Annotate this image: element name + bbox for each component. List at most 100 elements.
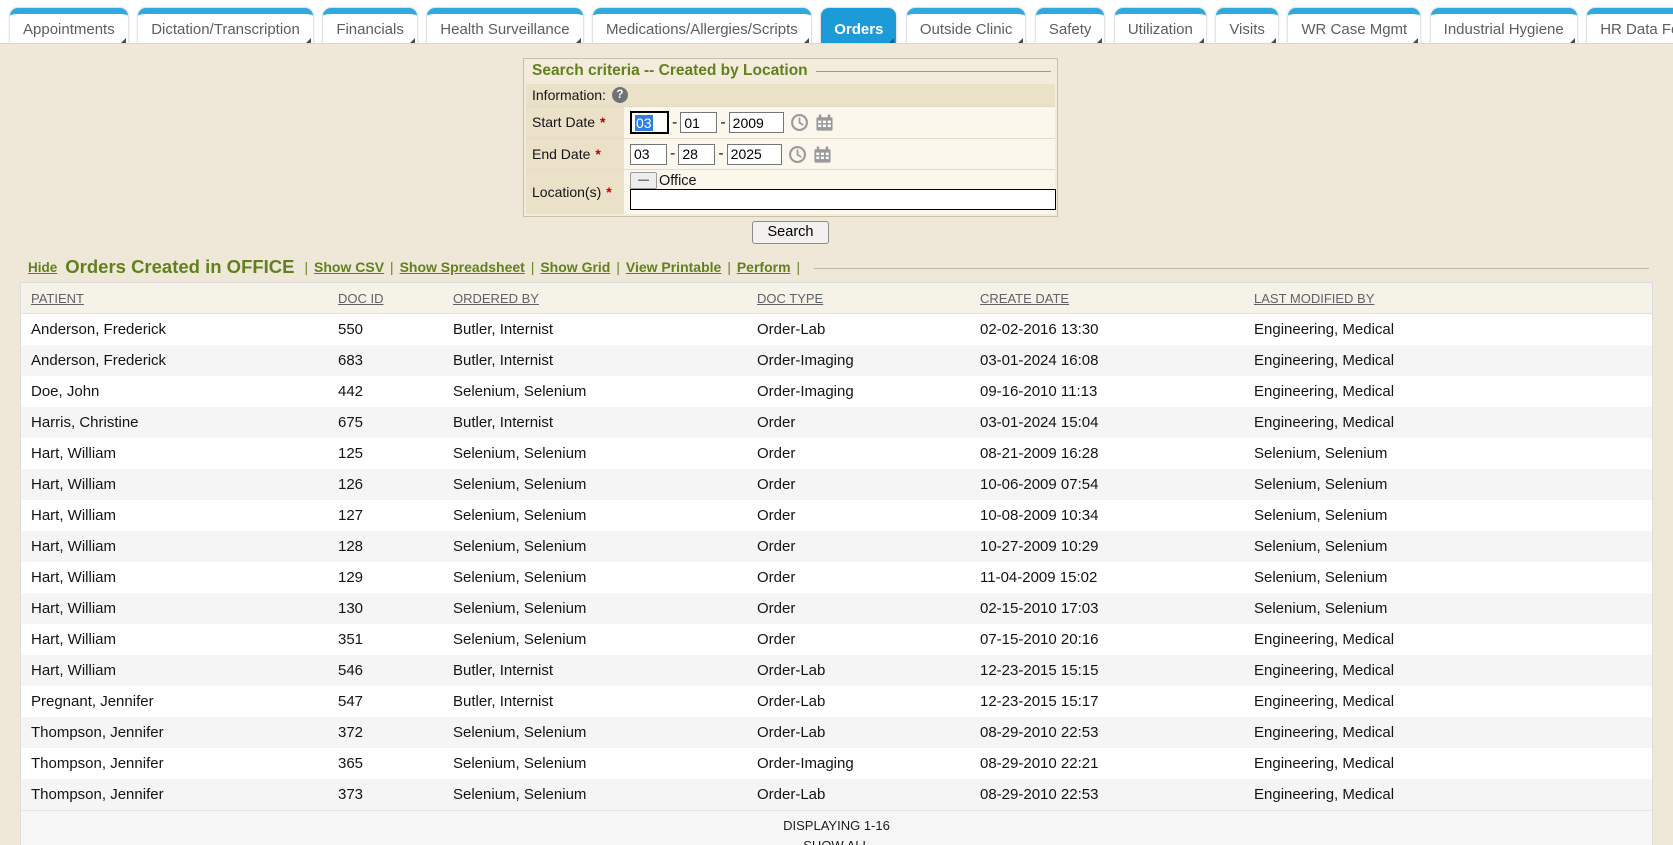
help-icon[interactable]: ? <box>612 87 628 103</box>
cell-doc-id: 130 <box>328 600 443 617</box>
cell-ordered-by: Selenium, Selenium <box>443 383 747 400</box>
cell-patient: Pregnant, Jennifer <box>21 693 328 710</box>
cell-last-modified-by: Engineering, Medical <box>1244 631 1652 648</box>
table-row[interactable]: Hart, William 127 Selenium, Selenium Ord… <box>21 500 1652 531</box>
locations-input[interactable] <box>630 189 1056 210</box>
table-row[interactable]: Thompson, Jennifer 372 Selenium, Seleniu… <box>21 717 1652 748</box>
column-header-last-modified-by[interactable]: LAST MODIFIED BY <box>1244 283 1652 313</box>
dropdown-caret-icon <box>1095 38 1102 44</box>
table-row[interactable]: Hart, William 130 Selenium, Selenium Ord… <box>21 593 1652 624</box>
tab-utilization[interactable]: Utilization <box>1115 8 1206 44</box>
cell-patient: Hart, William <box>21 569 328 586</box>
tab-outside-clinic[interactable]: Outside Clinic <box>907 8 1026 44</box>
cell-doc-id: 125 <box>328 445 443 462</box>
table-row[interactable]: Thompson, Jennifer 373 Selenium, Seleniu… <box>21 779 1652 810</box>
cell-doc-type: Order <box>747 600 970 617</box>
table-row[interactable]: Anderson, Frederick 683 Butler, Internis… <box>21 345 1652 376</box>
tab-visits[interactable]: Visits <box>1216 8 1278 44</box>
perform-link[interactable]: Perform <box>737 259 791 275</box>
table-row[interactable]: Hart, William 351 Selenium, Selenium Ord… <box>21 624 1652 655</box>
cell-create-date: 03-01-2024 16:08 <box>970 352 1244 369</box>
cell-last-modified-by: Engineering, Medical <box>1244 662 1652 679</box>
column-header-patient[interactable]: PATIENT <box>21 283 328 313</box>
start-date-year-input[interactable] <box>729 112 784 133</box>
tab-financials[interactable]: Financials <box>323 8 417 44</box>
start-date-month-input[interactable]: 03 <box>630 111 669 134</box>
cell-last-modified-by: Selenium, Selenium <box>1244 600 1652 617</box>
table-row[interactable]: Doe, John 442 Selenium, Selenium Order-I… <box>21 376 1652 407</box>
table-row[interactable]: Hart, William 128 Selenium, Selenium Ord… <box>21 531 1652 562</box>
cell-last-modified-by: Engineering, Medical <box>1244 693 1652 710</box>
column-header-doc-type[interactable]: DOC TYPE <box>747 283 970 313</box>
tab-wr-case-mgmt[interactable]: WR Case Mgmt <box>1288 8 1420 44</box>
view-printable-link[interactable]: View Printable <box>626 259 721 275</box>
tab-hr-data-feed[interactable]: HR Data Feed↗ <box>1587 8 1673 44</box>
time-picker-icon[interactable] <box>788 145 807 164</box>
table-row[interactable]: Pregnant, Jennifer 547 Butler, Internist… <box>21 686 1652 717</box>
cell-last-modified-by: Selenium, Selenium <box>1244 445 1652 462</box>
calendar-picker-icon[interactable] <box>815 113 834 132</box>
table-row[interactable]: Anderson, Frederick 550 Butler, Internis… <box>21 314 1652 345</box>
table-row[interactable]: Harris, Christine 675 Butler, Internist … <box>21 407 1652 438</box>
end-date-day-input[interactable] <box>678 144 715 165</box>
dropdown-caret-icon <box>1568 38 1575 44</box>
remove-location-button[interactable]: — <box>630 172 657 189</box>
show-all-link[interactable]: SHOW ALL <box>803 838 869 845</box>
dropdown-caret-icon <box>1411 38 1418 44</box>
cell-create-date: 08-29-2010 22:53 <box>970 786 1244 803</box>
search-button[interactable]: Search <box>752 221 830 244</box>
cell-create-date: 12-23-2015 15:17 <box>970 693 1244 710</box>
cell-ordered-by: Butler, Internist <box>443 352 747 369</box>
cell-patient: Doe, John <box>21 383 328 400</box>
tab-medications-allergies-scripts[interactable]: Medications/Allergies/Scripts <box>593 8 811 44</box>
column-header-ordered-by[interactable]: ORDERED BY <box>443 283 747 313</box>
start-date-label: Start Date* <box>526 107 624 138</box>
cell-doc-id: 351 <box>328 631 443 648</box>
table-row[interactable]: Thompson, Jennifer 365 Selenium, Seleniu… <box>21 748 1652 779</box>
tab-orders[interactable]: Orders <box>821 8 896 44</box>
cell-last-modified-by: Selenium, Selenium <box>1244 507 1652 524</box>
tab-health-surveillance[interactable]: Health Surveillance <box>427 8 582 44</box>
results-section: Hide Orders Created in OFFICE Show CSV S… <box>20 254 1653 845</box>
start-date-day-input[interactable] <box>680 112 717 133</box>
end-date-month-input[interactable] <box>630 144 667 165</box>
table-row[interactable]: Hart, William 126 Selenium, Selenium Ord… <box>21 469 1652 500</box>
cell-last-modified-by: Selenium, Selenium <box>1244 538 1652 555</box>
search-criteria-panel: Search criteria -- Created by Location I… <box>523 58 1058 217</box>
cell-create-date: 07-15-2010 20:16 <box>970 631 1244 648</box>
cell-doc-id: 372 <box>328 724 443 741</box>
tab-industrial-hygiene[interactable]: Industrial Hygiene <box>1431 8 1577 44</box>
tab-dictation-transcription[interactable]: Dictation/Transcription <box>138 8 313 44</box>
table-row[interactable]: Hart, William 129 Selenium, Selenium Ord… <box>21 562 1652 593</box>
cell-last-modified-by: Engineering, Medical <box>1244 383 1652 400</box>
show-spreadsheet-link[interactable]: Show Spreadsheet <box>400 259 525 275</box>
calendar-picker-icon[interactable] <box>813 145 832 164</box>
column-header-doc-id[interactable]: DOC ID <box>328 283 443 313</box>
cell-doc-type: Order <box>747 414 970 431</box>
column-header-create-date[interactable]: CREATE DATE <box>970 283 1244 313</box>
cell-ordered-by: Selenium, Selenium <box>443 445 747 462</box>
hide-link[interactable]: Hide <box>28 260 57 275</box>
tab-appointments[interactable]: Appointments <box>10 8 128 44</box>
cell-patient: Hart, William <box>21 476 328 493</box>
cell-create-date: 02-15-2010 17:03 <box>970 600 1244 617</box>
cell-last-modified-by: Engineering, Medical <box>1244 755 1652 772</box>
show-grid-link[interactable]: Show Grid <box>540 259 610 275</box>
end-date-year-input[interactable] <box>727 144 782 165</box>
show-csv-link[interactable]: Show CSV <box>314 259 384 275</box>
cell-create-date: 10-27-2009 10:29 <box>970 538 1244 555</box>
dropdown-caret-icon <box>304 38 311 44</box>
cell-doc-id: 675 <box>328 414 443 431</box>
cell-doc-type: Order-Lab <box>747 321 970 338</box>
time-picker-icon[interactable] <box>790 113 809 132</box>
legend-line <box>816 71 1051 72</box>
cell-ordered-by: Selenium, Selenium <box>443 538 747 555</box>
tab-safety[interactable]: Safety <box>1036 8 1105 44</box>
cell-last-modified-by: Engineering, Medical <box>1244 352 1652 369</box>
cell-doc-type: Order-Lab <box>747 693 970 710</box>
table-row[interactable]: Hart, William 125 Selenium, Selenium Ord… <box>21 438 1652 469</box>
cell-ordered-by: Butler, Internist <box>443 321 747 338</box>
table-row[interactable]: Hart, William 546 Butler, Internist Orde… <box>21 655 1652 686</box>
cell-ordered-by: Butler, Internist <box>443 414 747 431</box>
cell-doc-id: 546 <box>328 662 443 679</box>
